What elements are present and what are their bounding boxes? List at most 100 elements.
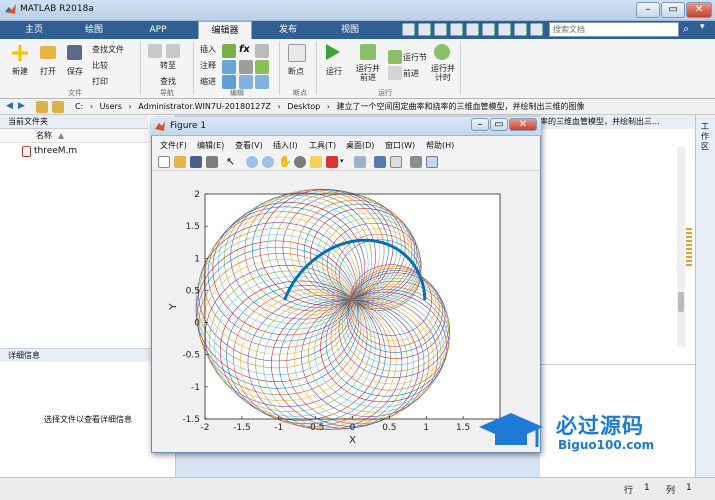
tab-plots[interactable]: 绘图 [74,21,114,39]
find-files-button[interactable]: 查找文件 [92,44,124,55]
wrap-comment-icon[interactable] [255,60,269,74]
menu-help[interactable]: 帮助(H) [426,140,454,151]
colorbar-icon[interactable] [374,156,386,168]
zoom-out-icon[interactable] [262,156,274,168]
breadcrumb-item[interactable]: Administrator.WIN7U-20180127Z [138,102,271,111]
brush-icon[interactable] [326,156,338,168]
quick-help-icon[interactable] [514,23,527,36]
tab-view[interactable]: 视图 [330,21,370,39]
up-folder-icon[interactable] [36,101,48,113]
new-button[interactable]: 新建 [12,66,28,77]
ribbon-collapse-icon[interactable]: ▾ [700,22,705,32]
back-arrow-icon[interactable]: ◀ [6,101,13,111]
run-time-button[interactable]: 运行并 计时 [431,64,455,82]
run-section-button[interactable]: 运行节 [403,52,427,63]
x-axis-label: X [349,435,356,446]
save-icon [67,45,82,60]
breadcrumb-item[interactable]: Users [100,102,122,111]
pan-icon[interactable]: ✋ [278,155,292,168]
print-button[interactable]: 打印 [92,76,108,87]
open-button[interactable]: 打开 [40,66,56,77]
maximize-button[interactable]: ▭ [661,2,685,18]
uncomment-icon[interactable] [239,60,253,74]
menu-desktop[interactable]: 桌面(D) [346,140,374,151]
show-plot-tools-icon[interactable] [426,156,438,168]
open-folder-icon [40,46,56,59]
print-figure-icon[interactable] [206,156,218,168]
breakpoints-button[interactable]: 断点 [288,66,304,77]
quick-copy-icon[interactable] [434,23,447,36]
edit-group-label: 编辑 [230,89,244,97]
minimize-button[interactable]: – [636,2,660,18]
close-button[interactable]: ✕ [686,2,712,18]
smart-indent-icon[interactable] [222,75,236,89]
forward-arrow-icon[interactable]: ▶ [18,101,25,111]
x-tick-label: 1.5 [456,423,470,433]
save-button[interactable]: 保存 [67,66,83,77]
fx-icon[interactable]: fx [239,44,250,55]
quick-switch-icon[interactable] [498,23,511,36]
tab-apps[interactable]: APP [138,21,178,39]
tab-editor[interactable]: 编辑器 [198,21,252,39]
insert-button[interactable]: 插入 [200,44,216,55]
open-file-icon[interactable] [174,156,186,168]
legend-icon[interactable] [390,156,402,168]
breadcrumb-item[interactable]: Desktop [287,102,320,111]
quick-undo-icon[interactable] [466,23,479,36]
breadcrumb-item[interactable]: 建立了一个空间固定曲率和挠率的三维血管模型，并绘制出三维的图像 [337,102,585,111]
ribbon-divider [279,42,280,94]
save-figure-icon[interactable] [190,156,202,168]
file-list-item[interactable]: threeM.m [34,146,77,156]
quick-save-icon[interactable] [402,23,415,36]
advance-button[interactable]: 前进 [403,68,419,79]
menu-edit[interactable]: 编辑(E) [197,140,224,151]
goto-button[interactable]: 转至 [160,60,176,71]
find-button[interactable]: 查找 [160,76,176,87]
comment-percent-icon[interactable] [222,60,236,74]
increase-indent-icon[interactable] [239,75,253,89]
editor-scrollbar[interactable] [677,147,685,347]
figure-minimize-button[interactable]: – [471,118,489,131]
back-nav-icon[interactable] [148,44,162,58]
indent-button[interactable]: 缩进 [200,76,216,87]
comment-button[interactable]: 注释 [200,60,216,71]
compare-button[interactable]: 比较 [92,60,108,71]
menu-insert[interactable]: 插入(I) [273,140,298,151]
menu-tools[interactable]: 工具(T) [309,140,336,151]
browse-folder-icon[interactable] [52,101,64,113]
scrollbar-thumb[interactable] [678,292,684,312]
col-label: 列 [666,486,676,496]
quick-dropdown-icon[interactable] [530,23,543,36]
pointer-icon[interactable]: ↖ [226,155,235,168]
hide-plot-tools-icon[interactable] [410,156,422,168]
run-button[interactable]: 运行 [326,66,342,77]
figure-maximize-button[interactable]: ▭ [490,118,508,131]
tab-home[interactable]: 主页 [14,21,54,39]
zoom-in-icon[interactable] [246,156,258,168]
search-input[interactable] [549,22,679,37]
new-figure-icon[interactable] [158,156,170,168]
data-cursor-icon[interactable] [310,156,322,168]
forward-nav-icon[interactable] [166,44,180,58]
quick-cut-icon[interactable] [418,23,431,36]
insert-dropdown-icon[interactable] [255,44,269,58]
quick-paste-icon[interactable] [450,23,463,36]
quick-redo-icon[interactable] [482,23,495,36]
search-icon[interactable]: ⌕ [683,22,689,36]
tab-publish[interactable]: 发布 [268,21,308,39]
insert-section-icon[interactable] [222,44,236,58]
rotate-icon[interactable] [294,156,306,168]
run-advance-button[interactable]: 运行并 前进 [356,64,380,82]
y-tick-label: -1.5 [182,415,200,425]
ribbon-divider [316,42,317,94]
workspace-label[interactable]: 工作区 [699,122,711,152]
decrease-indent-icon[interactable] [255,75,269,89]
figure-close-button[interactable]: ✕ [509,118,537,131]
menu-view[interactable]: 查看(V) [235,140,263,151]
link-plot-icon[interactable] [354,156,366,168]
menu-window[interactable]: 窗口(W) [385,140,415,151]
breadcrumb-drive[interactable]: C: [75,102,83,111]
menu-file[interactable]: 文件(F) [160,140,187,151]
details-header: 详细信息 [0,348,176,362]
brush-dropdown-icon[interactable]: ▾ [340,157,344,165]
